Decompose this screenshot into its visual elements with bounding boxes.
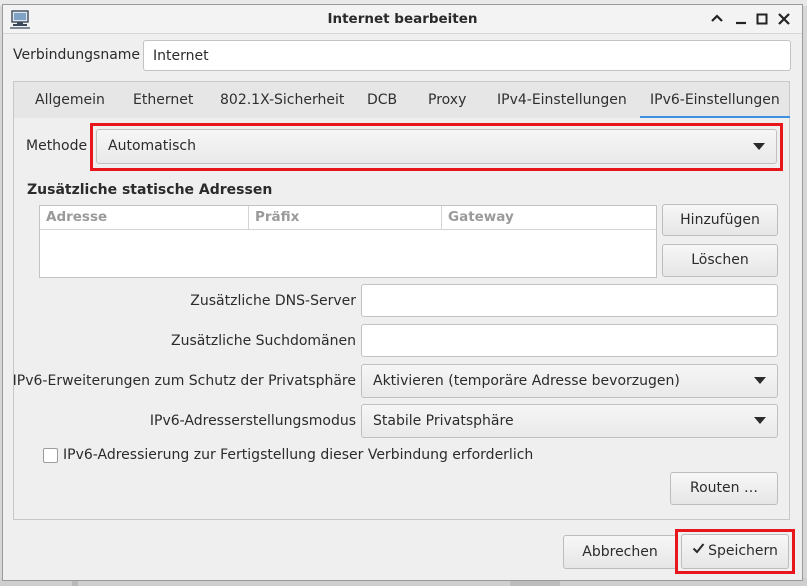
add-address-button[interactable]: Hinzufügen	[662, 204, 778, 236]
require-ipv6-label[interactable]: IPv6-Adressierung zur Fertigstellung die…	[63, 446, 533, 464]
static-addresses-heading: Zusätzliche statische Adressen	[27, 182, 273, 198]
dns-servers-field[interactable]	[361, 284, 778, 317]
tab-ipv4-settings[interactable]: IPv4-Einstellungen	[497, 82, 627, 119]
cancel-button[interactable]: Abbrechen	[563, 535, 677, 569]
column-header-gateway[interactable]: Gateway	[448, 206, 514, 228]
title-bar[interactable]: Internet bearbeiten	[3, 5, 802, 34]
tab-8021x-security[interactable]: 802.1X-Sicherheit	[220, 82, 344, 119]
column-header-adresse[interactable]: Adresse	[46, 206, 107, 228]
window-title: Internet bearbeiten	[327, 11, 478, 27]
tab-ipv6-settings[interactable]: IPv6-Einstellungen	[640, 82, 790, 119]
tab-proxy[interactable]: Proxy	[428, 82, 466, 119]
method-label: Methode	[26, 138, 88, 154]
search-domains-label: Zusätzliche Suchdomänen	[171, 333, 356, 349]
tab-bar: Allgemein Ethernet 802.1X-Sicherheit DCB…	[13, 81, 790, 119]
addr-gen-mode-value: Stabile Privatsphäre	[373, 413, 514, 429]
static-addresses-table[interactable]: Adresse Präfix Gateway	[39, 205, 657, 278]
routes-button[interactable]: Routen …	[670, 472, 778, 505]
close-icon[interactable]	[776, 11, 792, 27]
chevron-up-icon[interactable]	[709, 11, 725, 27]
addr-gen-mode-dropdown[interactable]: Stabile Privatsphäre	[361, 404, 778, 438]
search-domains-field[interactable]	[361, 324, 778, 357]
connection-name-value: Internet	[153, 48, 209, 64]
privacy-extensions-label: IPv6-Erweiterungen zum Schutz der Privat…	[12, 373, 356, 389]
privacy-extensions-value: Aktivieren (temporäre Adresse bevorzugen…	[373, 373, 680, 389]
column-header-praefix[interactable]: Präfix	[255, 206, 299, 228]
table-header: Adresse Präfix Gateway	[40, 206, 656, 230]
dns-servers-label: Zusätzliche DNS-Server	[190, 293, 356, 309]
edit-connection-dialog: Internet bearbeiten Verbindungsname Inte…	[2, 4, 803, 581]
connection-name-label: Verbindungsname	[13, 47, 141, 63]
tab-dcb[interactable]: DCB	[367, 82, 397, 119]
column-divider	[248, 206, 249, 229]
dropdown-arrow-icon	[754, 417, 766, 424]
highlight-method	[90, 123, 783, 171]
highlight-save	[675, 529, 795, 574]
minimize-icon[interactable]	[733, 11, 749, 27]
tab-ethernet[interactable]: Ethernet	[133, 82, 193, 119]
dropdown-arrow-icon	[754, 377, 766, 384]
column-divider	[441, 206, 442, 229]
addr-gen-mode-label: IPv6-Adresserstellungsmodus	[149, 413, 356, 429]
tab-allgemein[interactable]: Allgemein	[35, 82, 105, 119]
connection-name-field[interactable]: Internet	[143, 40, 791, 71]
maximize-icon[interactable]	[754, 11, 770, 27]
require-ipv6-checkbox[interactable]	[43, 448, 58, 463]
delete-address-button[interactable]: Löschen	[662, 244, 778, 277]
privacy-extensions-dropdown[interactable]: Aktivieren (temporäre Adresse bevorzugen…	[361, 364, 778, 398]
